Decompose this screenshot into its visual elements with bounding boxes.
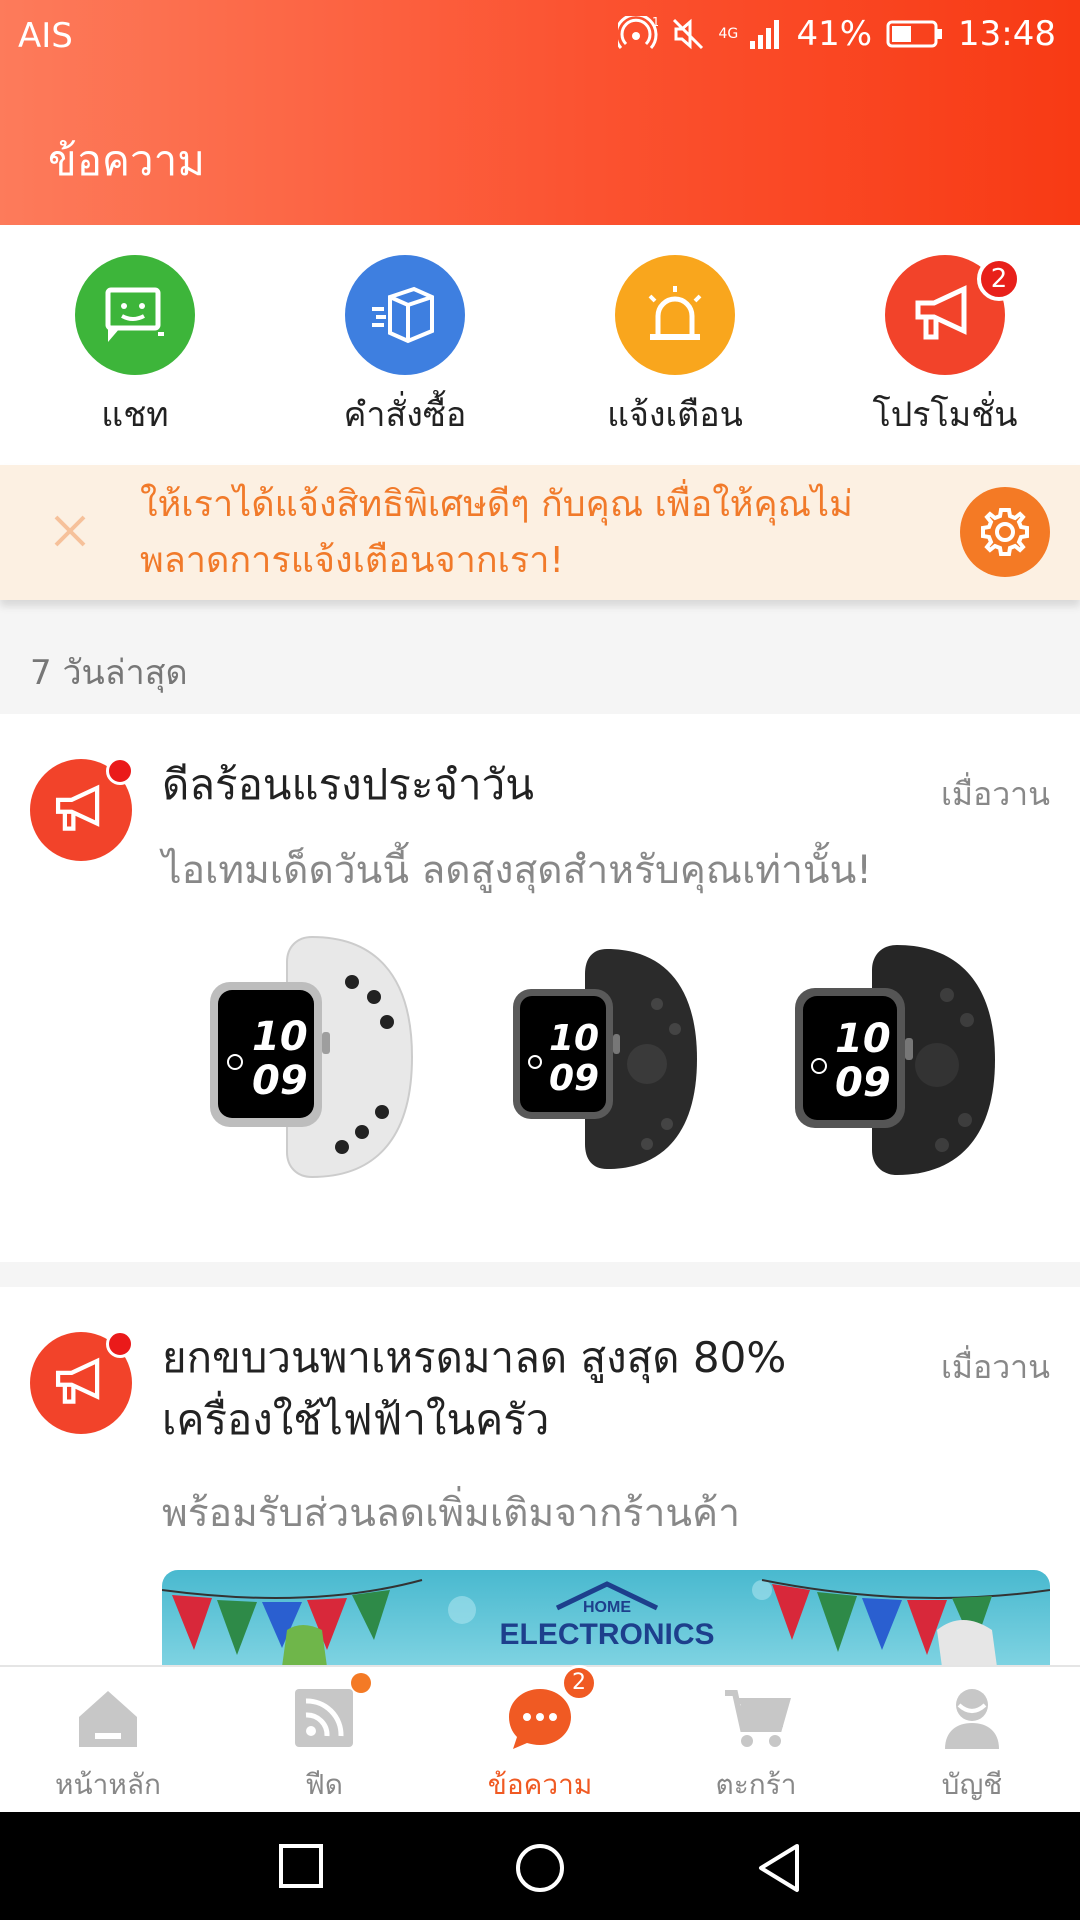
watch-hour: 10 xyxy=(252,1014,308,1060)
megaphone-icon: 2 xyxy=(885,255,1021,375)
network-type: 4G xyxy=(718,26,739,42)
battery-icon xyxy=(886,20,943,48)
unread-dot xyxy=(106,757,134,785)
home-button-icon[interactable] xyxy=(514,1842,566,1894)
notification-card[interactable]: ยกขบวนพาเหรดมาลด สูงสุด 80% เครื่องใช้ไฟ… xyxy=(0,1287,1080,1667)
category-label: โปรโมชั่น xyxy=(872,395,1018,435)
signal-icon xyxy=(750,20,780,49)
svg-text:1: 1 xyxy=(652,16,658,29)
nav-label: หน้าหลัก xyxy=(55,1768,161,1801)
home-icon xyxy=(73,1683,143,1753)
notification-permission-banner: ให้เราได้แจ้งสิทธิพิเศษดีๆ กับคุณ เพื่อใ… xyxy=(0,465,1080,600)
notification-time: เมื่อวาน xyxy=(940,1348,1050,1386)
notification-title: ยกขบวนพาเหรดมาลด สูงสุด 80% เครื่องใช้ไฟ… xyxy=(162,1333,787,1444)
promo-logo-top: HOME xyxy=(583,1599,631,1616)
status-icons: 1 4G 41% 13:48 xyxy=(618,14,1056,54)
carrier-label: AIS xyxy=(18,16,73,56)
nav-messages[interactable]: 2 ข้อความ xyxy=(432,1665,648,1807)
nav-feed[interactable]: ฟีด xyxy=(216,1673,432,1807)
message-badge: 2 xyxy=(561,1665,597,1701)
battery-percent: 41% xyxy=(796,14,873,54)
nav-home[interactable]: หน้าหลัก xyxy=(0,1683,216,1807)
feed-dot xyxy=(351,1673,371,1693)
unread-dot xyxy=(106,1330,134,1358)
account-icon xyxy=(937,1683,1007,1753)
category-label: คำสั่งซื้อ xyxy=(343,395,467,435)
section-label: 7 วันล่าสุด xyxy=(30,653,188,693)
notification-subtitle: พร้อมรับส่วนลดเพิ่มเติมจากร้านค้า xyxy=(162,1491,741,1536)
page-title: ข้อความ xyxy=(48,136,205,185)
clock: 13:48 xyxy=(958,14,1056,54)
hotspot-icon: 1 xyxy=(618,16,658,49)
watch-hour: 10 xyxy=(835,1016,891,1062)
category-label: แจ้งเตือน xyxy=(607,395,743,435)
nav-label: ข้อความ xyxy=(487,1768,593,1801)
message-categories: แชท คำสั่งซื้อ แจ้งเตือน 2 โปรโมชั่น xyxy=(0,225,1080,465)
nav-account[interactable]: บัญชี xyxy=(864,1683,1080,1807)
watch-image[interactable]: 10 09 xyxy=(507,944,707,1174)
bottom-navigation: หน้าหลัก ฟีด 2 ข้อความ ตะกร้า บัญชี xyxy=(0,1665,1080,1812)
megaphone-icon xyxy=(30,757,134,861)
category-label: แชท xyxy=(101,395,169,435)
alarm-icon xyxy=(615,255,735,375)
feed-icon xyxy=(289,1673,371,1753)
category-chat[interactable]: แชท xyxy=(35,255,235,441)
watch-image[interactable]: 10 09 xyxy=(202,932,422,1182)
mute-icon xyxy=(673,18,704,50)
banner-settings-button[interactable] xyxy=(960,487,1050,577)
app-header: AIS 1 4G 41% 13:48 ข้อความ xyxy=(0,0,1080,225)
promo-logo-main: ELECTRONICS xyxy=(499,1618,714,1651)
system-navigation-bar xyxy=(0,1812,1080,1920)
category-promotions[interactable]: 2 โปรโมชั่น xyxy=(845,255,1045,441)
gear-icon xyxy=(981,508,1029,556)
close-icon[interactable] xyxy=(50,511,90,551)
notification-subtitle: ไอเทมเด็ดวันนี้ ลดสูงสุดสำหรับคุณเท่านั้… xyxy=(162,848,872,893)
box-icon xyxy=(345,255,465,375)
watch-minute: 09 xyxy=(549,1058,599,1099)
message-icon: 2 xyxy=(505,1665,597,1753)
notification-title: ดีลร้อนแรงประจำวัน xyxy=(162,760,534,809)
promo-banner-image[interactable]: HOME ELECTRONICS xyxy=(162,1570,1050,1667)
nav-label: ฟีด xyxy=(304,1768,343,1801)
cart-icon xyxy=(721,1683,791,1753)
notification-card[interactable]: ดีลร้อนแรงประจำวัน เมื่อวาน ไอเทมเด็ดวัน… xyxy=(0,714,1080,1262)
back-icon[interactable] xyxy=(755,1842,803,1894)
nav-label: บัญชี xyxy=(941,1768,1003,1801)
watch-minute: 09 xyxy=(252,1058,308,1104)
nav-label: ตะกร้า xyxy=(715,1768,797,1801)
notification-time: เมื่อวาน xyxy=(940,775,1050,813)
watch-image[interactable]: 10 09 xyxy=(787,940,1007,1180)
category-alerts[interactable]: แจ้งเตือน xyxy=(575,255,775,441)
watch-hour: 10 xyxy=(549,1018,599,1059)
category-orders[interactable]: คำสั่งซื้อ xyxy=(305,255,505,441)
watch-minute: 09 xyxy=(835,1060,891,1106)
recent-apps-icon[interactable] xyxy=(277,1842,325,1890)
product-images: 10 09 10 09 10 09 xyxy=(162,932,1042,1212)
megaphone-icon xyxy=(30,1330,134,1434)
status-bar: AIS 1 4G 41% 13:48 xyxy=(0,0,1080,72)
banner-text: ให้เราได้แจ้งสิทธิพิเศษดีๆ กับคุณ เพื่อใ… xyxy=(140,484,853,581)
nav-cart[interactable]: ตะกร้า xyxy=(648,1683,864,1807)
chat-icon xyxy=(75,255,195,375)
promo-badge: 2 xyxy=(977,257,1021,301)
